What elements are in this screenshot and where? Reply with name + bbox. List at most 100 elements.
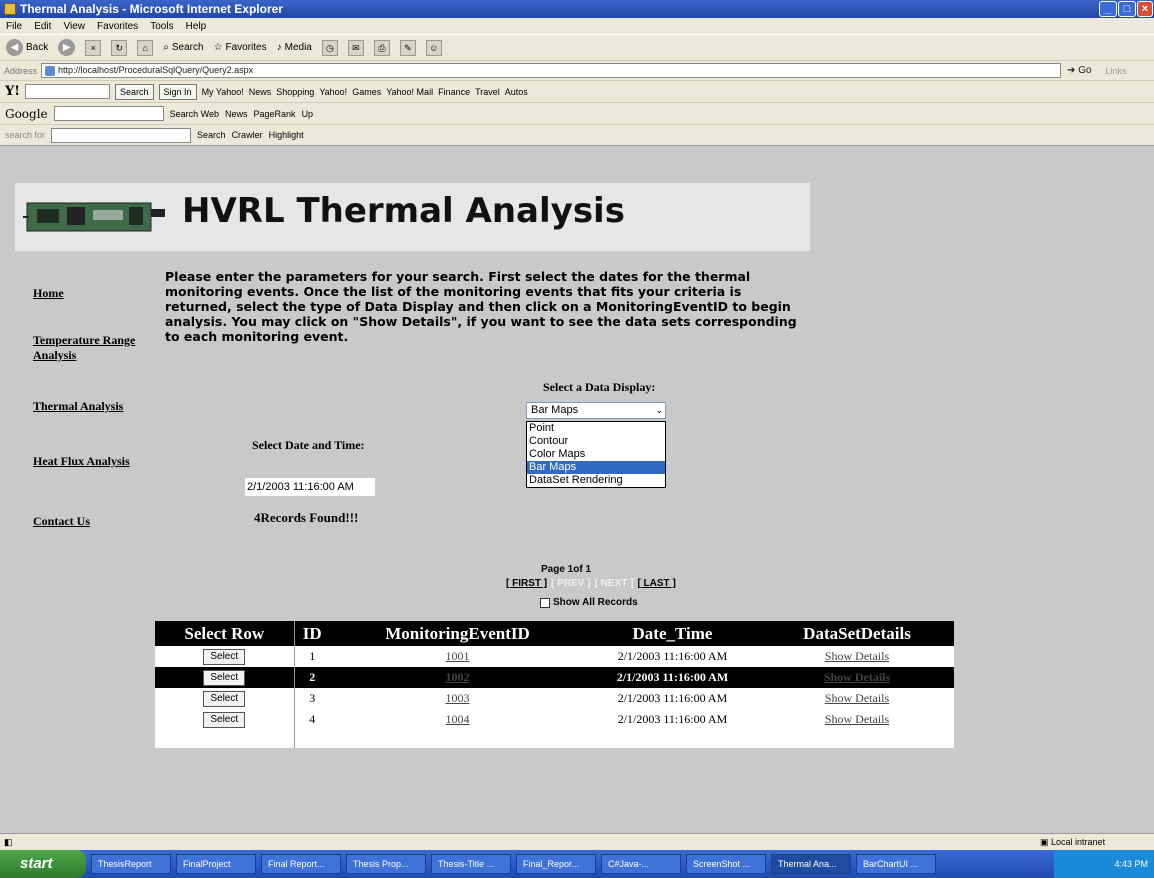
- details-cell: Show Details: [760, 709, 954, 730]
- history-button[interactable]: ◷: [321, 39, 338, 56]
- menu-tools[interactable]: Tools: [150, 21, 173, 32]
- page-title: HVRL Thermal Analysis: [182, 191, 625, 231]
- home-button[interactable]: ⌂: [137, 39, 154, 56]
- show-details-link[interactable]: Show Details: [825, 712, 889, 726]
- pager-last[interactable]: [ LAST ]: [637, 578, 675, 589]
- event-cell: 1001: [330, 646, 585, 667]
- show-details-link[interactable]: Show Details: [825, 691, 889, 705]
- data-display-options: Point Contour Color Maps Bar Maps DataSe…: [526, 421, 666, 488]
- nav-contact-us[interactable]: Contact Us: [33, 514, 90, 529]
- option-dataset-rendering[interactable]: DataSet Rendering: [527, 474, 665, 487]
- yahoo-toolbar: Y! Search Sign In My Yahoo! News Shoppin…: [0, 80, 1154, 102]
- print-button[interactable]: ⎙: [373, 39, 390, 56]
- select-cell: Select: [155, 709, 294, 730]
- nav-home[interactable]: Home: [33, 286, 64, 301]
- links-label[interactable]: Links: [1106, 66, 1127, 76]
- yahoo-item-travel[interactable]: Travel: [475, 87, 500, 97]
- google-search-input[interactable]: [53, 106, 164, 121]
- go-button[interactable]: ➔ Go: [1067, 65, 1092, 76]
- show-details-link[interactable]: Show Details: [824, 670, 890, 684]
- refresh-button[interactable]: ↻: [111, 39, 128, 56]
- yahoo-logo-icon[interactable]: Y!: [5, 84, 20, 99]
- option-bar-maps[interactable]: Bar Maps: [527, 461, 665, 474]
- option-contour[interactable]: Contour: [527, 435, 665, 448]
- data-display-label: Select a Data Display:: [543, 380, 656, 394]
- menu-help[interactable]: Help: [186, 21, 207, 32]
- yahoo-item-autos[interactable]: Autos: [505, 87, 528, 97]
- show-all-checkbox[interactable]: [540, 597, 550, 608]
- instructions-text: Please enter the parameters for your sea…: [165, 269, 797, 344]
- google-search-web-button[interactable]: Search Web: [170, 109, 219, 119]
- task-final-project[interactable]: FinalProject: [176, 854, 256, 874]
- date-time-input[interactable]: 2/1/2003 11:16:00 AM: [245, 478, 375, 496]
- crawler-search-button[interactable]: Search: [197, 130, 226, 140]
- menu-view[interactable]: View: [63, 21, 85, 32]
- yahoo-item-yahoo[interactable]: Yahoo!: [319, 87, 347, 97]
- yahoo-search-input[interactable]: [25, 84, 110, 99]
- show-details-link[interactable]: Show Details: [825, 649, 889, 663]
- nav-heat-flux-analysis[interactable]: Heat Flux Analysis: [33, 454, 130, 469]
- monitoring-event-link[interactable]: 1003: [446, 691, 470, 705]
- highlight-button[interactable]: Highlight: [269, 130, 304, 140]
- favorites-button[interactable]: ☆ Favorites: [214, 42, 267, 53]
- chevron-down-icon: ⌄: [655, 405, 663, 415]
- task-screenshot[interactable]: ScreenShot ...: [686, 854, 766, 874]
- google-up-button[interactable]: Up: [302, 109, 314, 119]
- select-button[interactable]: Select: [203, 712, 246, 728]
- menu-edit[interactable]: Edit: [34, 21, 51, 32]
- google-news-button[interactable]: News: [225, 109, 248, 119]
- show-all-records[interactable]: Show All Records: [540, 597, 638, 608]
- yahoo-item-news[interactable]: News: [249, 87, 272, 97]
- back-button[interactable]: ◀ Back: [6, 39, 48, 56]
- minimize-button[interactable]: _: [1099, 1, 1117, 17]
- task-thermal-analysis[interactable]: Thermal Ana...: [771, 854, 851, 874]
- task-thesis-prop[interactable]: Thesis Prop...: [346, 854, 426, 874]
- search-button[interactable]: ⌕ Search: [163, 42, 203, 53]
- yahoo-item-shopping[interactable]: Shopping: [276, 87, 314, 97]
- yahoo-item-finance[interactable]: Finance: [438, 87, 470, 97]
- crawler-search-input[interactable]: [51, 127, 192, 143]
- search-for-label: search for: [5, 130, 46, 140]
- table-row-selected: Select 2 1002 2/1/2003 11:16:00 AM Show …: [155, 667, 954, 688]
- pager-first[interactable]: [ FIRST ]: [506, 578, 547, 589]
- nav-thermal-analysis[interactable]: Thermal Analysis: [33, 399, 123, 414]
- menu-file[interactable]: File: [6, 21, 22, 32]
- yahoo-search-button[interactable]: Search: [115, 83, 154, 100]
- start-button[interactable]: start: [0, 850, 86, 878]
- edit-button[interactable]: ✎: [399, 39, 416, 56]
- monitoring-event-link[interactable]: 1004: [446, 712, 470, 726]
- task-thesis-title[interactable]: Thesis-Title ...: [431, 854, 511, 874]
- close-button[interactable]: ×: [1137, 1, 1153, 17]
- media-button[interactable]: ♪ Media: [277, 42, 312, 53]
- option-color-maps[interactable]: Color Maps: [527, 448, 665, 461]
- yahoo-item-my-yahoo[interactable]: My Yahoo!: [202, 87, 244, 97]
- address-input[interactable]: http://localhost/ProceduralSqlQuery/Quer…: [41, 63, 1062, 78]
- task-barchart-ui[interactable]: BarChartUI ...: [856, 854, 936, 874]
- messenger-button[interactable]: ☺: [425, 39, 442, 56]
- menu-favorites[interactable]: Favorites: [97, 21, 138, 32]
- select-button[interactable]: Select: [203, 649, 246, 665]
- yahoo-sign-in-button[interactable]: Sign In: [158, 83, 197, 100]
- select-button[interactable]: Select: [203, 670, 246, 686]
- crawler-toolbar: search for Search Crawler Highlight: [0, 124, 1154, 146]
- stop-button[interactable]: ×: [85, 39, 102, 56]
- filler-cell: [585, 730, 760, 748]
- tray-clock: 4:43 PM: [1114, 859, 1148, 869]
- task-thesis-report[interactable]: ThesisReport: [91, 854, 171, 874]
- forward-button[interactable]: ▶: [58, 39, 76, 56]
- yahoo-item-mail[interactable]: Yahoo! Mail: [386, 87, 433, 97]
- task-final-repor[interactable]: Final_Repor...: [516, 854, 596, 874]
- mail-button[interactable]: ✉: [347, 39, 364, 56]
- yahoo-item-games[interactable]: Games: [352, 87, 381, 97]
- nav-temperature-range-analysis[interactable]: Temperature Range Analysis: [33, 333, 148, 363]
- crawler-button[interactable]: Crawler: [232, 130, 263, 140]
- monitoring-event-link[interactable]: 1002: [446, 670, 470, 684]
- data-display-select[interactable]: Bar Maps ⌄: [526, 402, 666, 419]
- task-final-report[interactable]: Final Report...: [261, 854, 341, 874]
- monitoring-event-link[interactable]: 1001: [446, 649, 470, 663]
- select-button[interactable]: Select: [203, 691, 246, 707]
- table-filler-row: [155, 730, 954, 748]
- task-csharp-java[interactable]: C#Java-...: [601, 854, 681, 874]
- maximize-button[interactable]: □: [1118, 1, 1136, 17]
- option-point[interactable]: Point: [527, 422, 665, 435]
